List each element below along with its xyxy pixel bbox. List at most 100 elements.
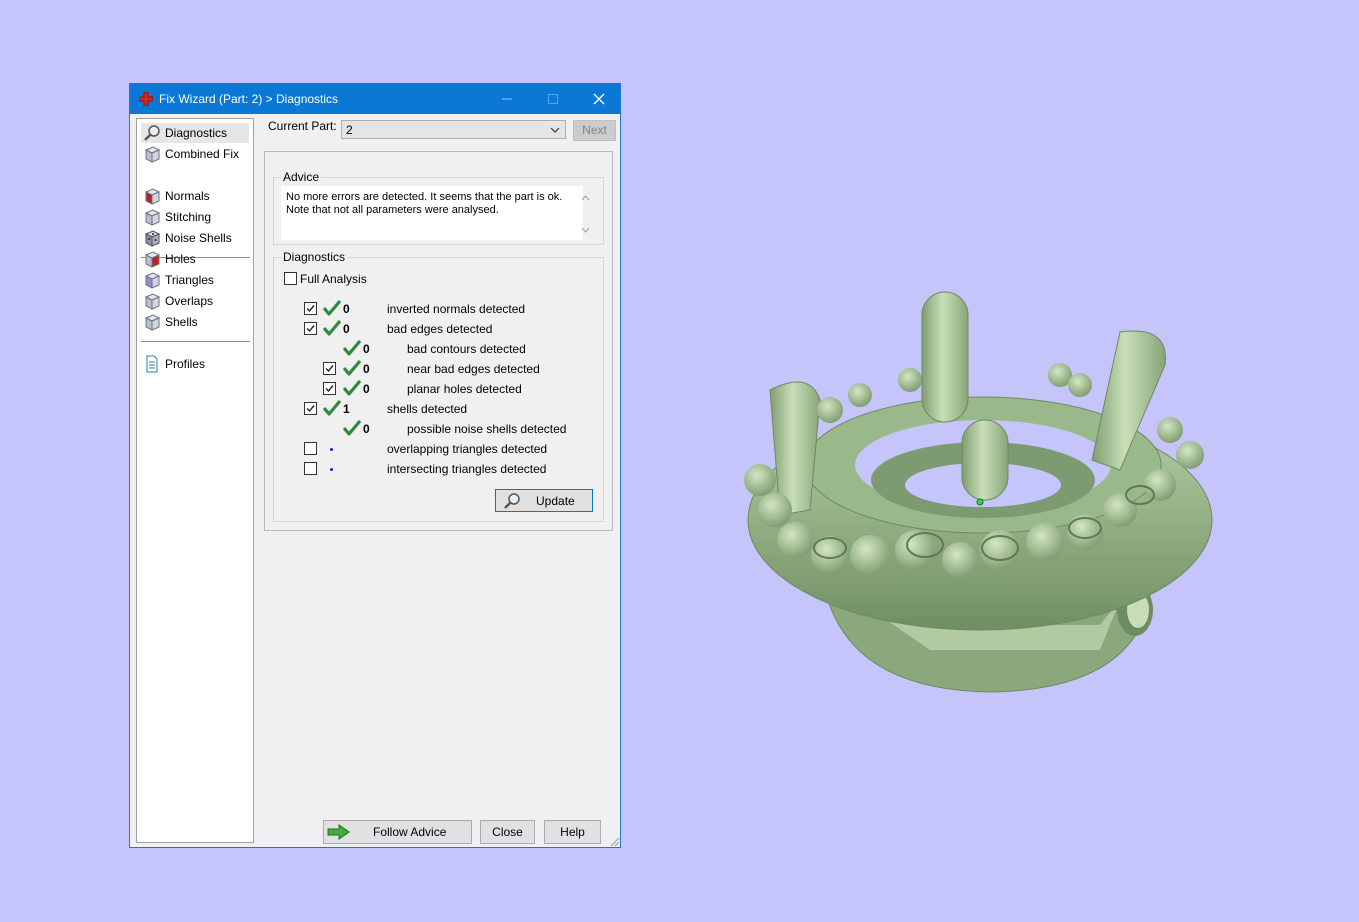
- diagnostic-label: possible noise shells detected: [407, 422, 567, 436]
- follow-advice-button[interactable]: Follow Advice: [323, 820, 472, 844]
- nav-label: Triangles: [165, 273, 214, 287]
- nav-item-combined-fix[interactable]: Combined Fix: [141, 144, 249, 164]
- diagnostic-checkbox[interactable]: [304, 322, 317, 335]
- wizard-navigation: Diagnostics Combined Fix Normals Stitchi…: [136, 118, 254, 843]
- diagnostic-label: intersecting triangles detected: [387, 462, 547, 476]
- diagnostic-checkbox[interactable]: [323, 362, 336, 375]
- checkmark-icon: [306, 305, 315, 313]
- minimize-button[interactable]: [484, 84, 530, 114]
- follow-advice-label: Follow Advice: [373, 825, 447, 839]
- diagnostic-count: 0: [363, 422, 370, 436]
- diagnostic-checkbox[interactable]: [323, 382, 336, 395]
- nav-item-normals[interactable]: Normals: [141, 186, 249, 206]
- diagnostic-count: 0: [343, 302, 350, 316]
- nav-item-shells[interactable]: Shells: [141, 312, 249, 332]
- cube-icon: [144, 293, 161, 310]
- advice-scrollbar[interactable]: [578, 190, 593, 238]
- nav-label: Combined Fix: [165, 147, 240, 161]
- current-part-value: 2: [346, 123, 353, 137]
- title-bar[interactable]: Fix Wizard (Part: 2) > Diagnostics: [130, 84, 620, 114]
- dice-icon: [144, 230, 161, 247]
- checkmark-icon: [325, 385, 334, 393]
- maximize-icon: [548, 94, 558, 104]
- nav-label: Noise Shells: [165, 231, 232, 245]
- nav-label: Overlaps: [165, 294, 214, 308]
- diagnostic-label: planar holes detected: [407, 382, 522, 396]
- document-icon: [146, 355, 158, 373]
- nav-item-diagnostics[interactable]: Diagnostics: [141, 123, 249, 143]
- full-analysis-checkbox[interactable]: [284, 272, 297, 285]
- cube-purple-icon: [144, 272, 161, 289]
- help-button[interactable]: Help: [544, 820, 601, 844]
- current-part-label: Current Part:: [268, 119, 337, 133]
- nav-label: Shells: [165, 315, 198, 329]
- diagnostic-count: 1: [343, 402, 350, 416]
- close-window-button[interactable]: [576, 84, 622, 114]
- window-title: Fix Wizard (Part: 2) > Diagnostics: [159, 92, 339, 106]
- maximize-button[interactable]: [530, 84, 576, 114]
- minimize-icon: [502, 98, 512, 100]
- ok-check-icon: [342, 379, 362, 396]
- magnifier-icon: [504, 493, 520, 509]
- diagnostic-label: overlapping triangles detected: [387, 442, 548, 456]
- ok-check-icon: [322, 319, 342, 336]
- nav-divider: [141, 341, 250, 342]
- diagnostic-label: bad edges detected: [387, 322, 493, 336]
- diagnostic-count: 0: [363, 362, 370, 376]
- close-icon: [593, 93, 605, 105]
- advice-line: Note that not all parameters were analys…: [286, 204, 499, 216]
- diagnostic-count: 0: [363, 342, 370, 356]
- nav-item-overlaps[interactable]: Overlaps: [141, 291, 249, 311]
- chevron-down-icon: [550, 127, 560, 133]
- nav-item-triangles[interactable]: Triangles: [141, 270, 249, 290]
- diagnostic-checkbox[interactable]: [304, 402, 317, 415]
- ok-check-icon: [342, 359, 362, 376]
- next-button[interactable]: Next: [573, 120, 616, 141]
- nav-item-noise-shells[interactable]: Noise Shells: [141, 228, 249, 248]
- resize-grip-icon[interactable]: [608, 835, 620, 847]
- diagnostic-checkbox[interactable]: [304, 442, 317, 455]
- close-button[interactable]: Close: [480, 820, 535, 844]
- checkmark-icon: [306, 405, 315, 413]
- ok-check-icon: [322, 399, 342, 416]
- diagnostic-label: bad contours detected: [407, 342, 526, 356]
- cube-red-icon: [144, 251, 161, 268]
- diagnostic-checkbox[interactable]: [304, 462, 317, 475]
- not-analysed-dot-icon: [330, 468, 333, 471]
- diagnostics-title: Diagnostics: [281, 250, 348, 264]
- cube-icon: [144, 146, 161, 163]
- cube-icon: [144, 314, 161, 331]
- nav-label: Stitching: [165, 210, 212, 224]
- fix-wizard-window: Fix Wizard (Part: 2) > Diagnostics Diagn…: [129, 83, 621, 848]
- current-part-select[interactable]: 2: [341, 120, 566, 139]
- cube-icon: [144, 209, 161, 226]
- ok-check-icon: [342, 339, 362, 356]
- nav-item-holes[interactable]: Holes: [141, 249, 249, 269]
- nav-label: Diagnostics: [165, 126, 228, 140]
- diagnostic-label: near bad edges detected: [407, 362, 540, 376]
- cube-red-icon: [144, 188, 161, 205]
- diagnostic-label: inverted normals detected: [387, 302, 526, 316]
- ok-check-icon: [322, 299, 342, 316]
- nav-label: Normals: [165, 189, 210, 203]
- full-analysis-label: Full Analysis: [300, 272, 367, 286]
- diagnostic-checkbox[interactable]: [304, 302, 317, 315]
- not-analysed-dot-icon: [330, 448, 333, 451]
- nav-label: Profiles: [165, 357, 206, 371]
- app-cross-icon: [139, 92, 153, 106]
- advice-line: No more errors are detected. It seems th…: [286, 191, 563, 203]
- advice-title: Advice: [281, 170, 322, 184]
- ok-check-icon: [342, 419, 362, 436]
- checkmark-icon: [325, 365, 334, 373]
- arrow-right-icon: [327, 824, 350, 840]
- update-label: Update: [536, 494, 575, 508]
- diagnostic-count: 0: [343, 322, 350, 336]
- update-button[interactable]: Update: [495, 489, 593, 512]
- diagnostic-label: shells detected: [387, 402, 468, 416]
- advice-text: No more errors are detected. It seems th…: [281, 186, 583, 240]
- 3d-model-viewport[interactable]: [700, 270, 1240, 710]
- nav-item-stitching[interactable]: Stitching: [141, 207, 249, 227]
- checkmark-icon: [306, 325, 315, 333]
- nav-item-profiles[interactable]: Profiles: [141, 354, 249, 374]
- magnifier-icon: [144, 125, 160, 141]
